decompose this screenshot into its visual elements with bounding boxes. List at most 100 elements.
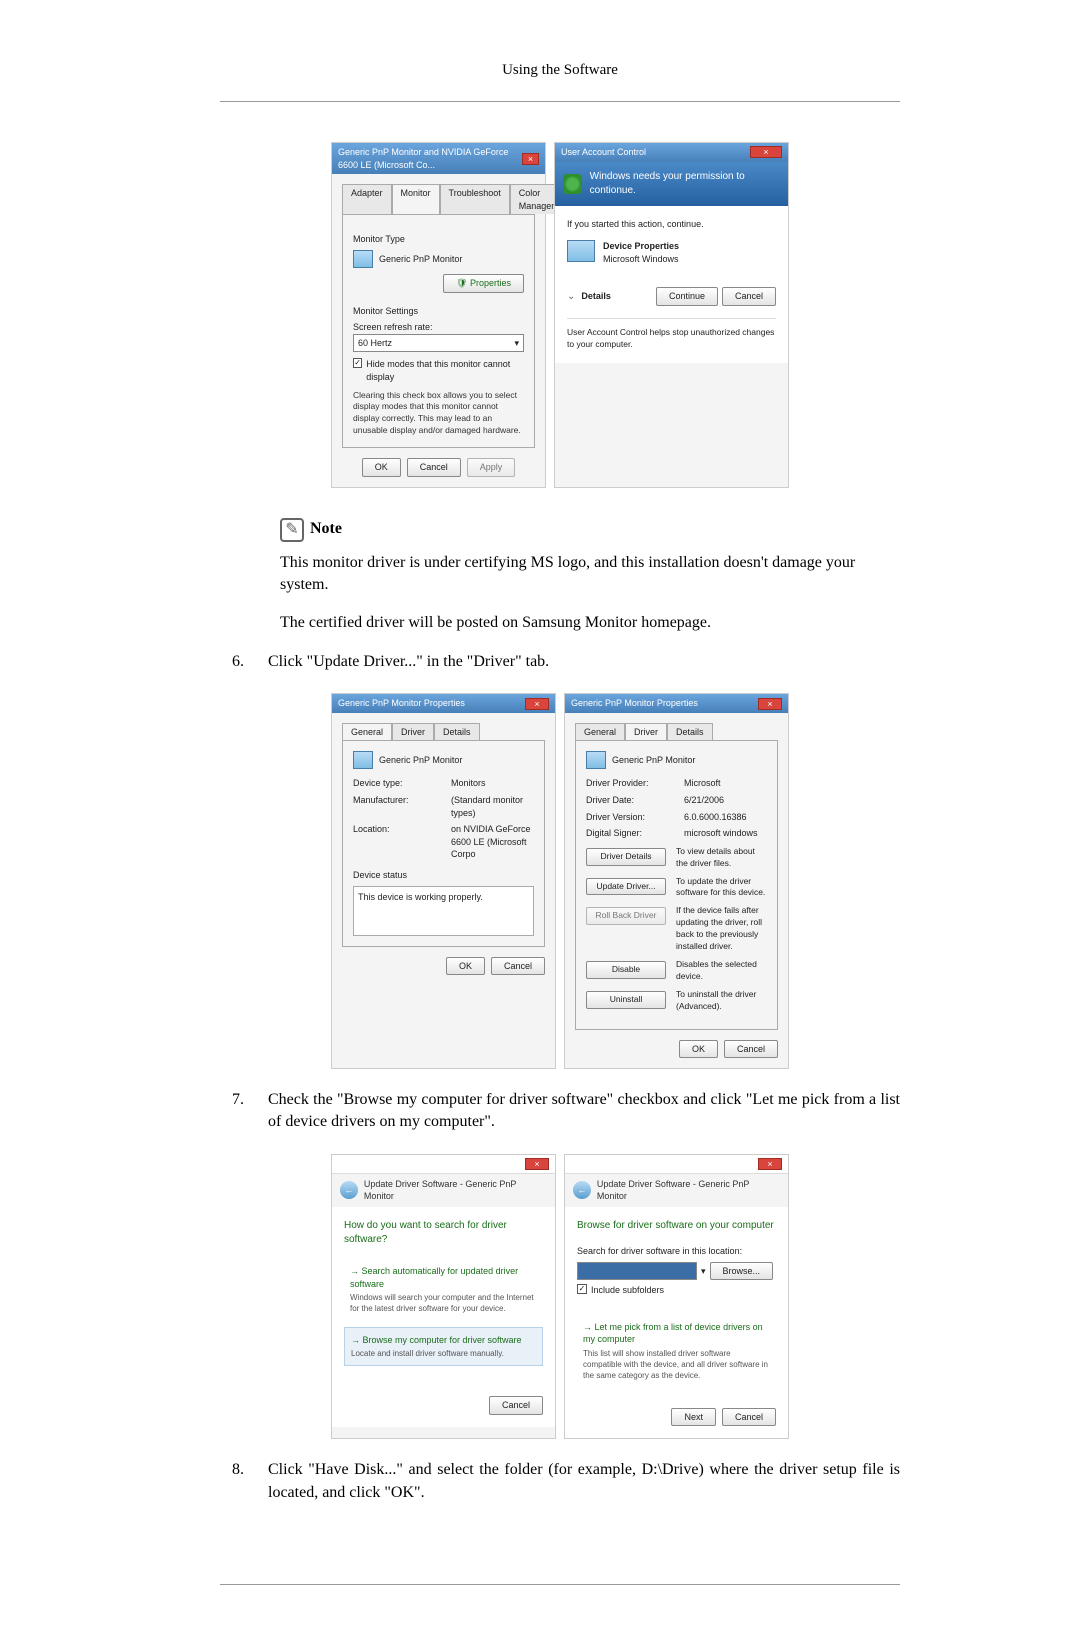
breadcrumb: ← Update Driver Software - Generic PnP M… [332,1174,555,1207]
ok-button[interactable]: OK [446,957,485,976]
driver-details-desc: To view details about the driver files. [676,846,767,870]
step-6: 6. Click "Update Driver..." in the "Driv… [220,651,900,673]
chevron-down-icon[interactable]: ▾ [701,1265,706,1278]
dialog-title: Generic PnP Monitor Properties [338,697,465,710]
footer-divider [220,1584,900,1585]
tab-driver[interactable]: Driver [625,723,667,741]
tab-troubleshoot[interactable]: Troubleshoot [440,184,510,214]
close-icon[interactable]: × [525,698,549,710]
header-divider [220,101,900,102]
close-icon[interactable]: × [525,1158,549,1170]
note-paragraph-1: This monitor driver is under certifying … [280,552,900,597]
note-icon: ✎ [280,518,304,542]
uac-title: User Account Control [561,146,646,159]
search-label: Search for driver software in this locat… [577,1245,776,1258]
program-icon [567,240,595,262]
rollback-driver-button[interactable]: Roll Back Driver [586,907,666,925]
cancel-button[interactable]: Cancel [489,1396,543,1415]
monitor-settings-label: Monitor Settings [353,305,524,318]
wizard-option-browse[interactable]: → Browse my computer for driver software… [344,1327,543,1367]
uninstall-button[interactable]: Uninstall [586,991,666,1009]
step-text: Click "Update Driver..." in the "Driver"… [268,651,900,673]
screenshot-row-2: Generic PnP Monitor Properties × General… [220,693,900,1069]
wizard-title: Browse for driver software on your compu… [577,1219,776,1233]
hide-modes-note: Clearing this check box allows you to se… [353,390,524,438]
monitor-name: Generic PnP Monitor [612,754,695,767]
page-header: Using the Software [220,60,900,81]
monitor-icon [353,250,373,268]
cancel-button[interactable]: Cancel [724,1040,778,1059]
cancel-button[interactable]: Cancel [722,1408,776,1427]
cancel-button[interactable]: Cancel [722,287,776,306]
hide-modes-label: Hide modes that this monitor cannot disp… [366,358,524,383]
browse-button[interactable]: Browse... [710,1262,774,1281]
cancel-button[interactable]: Cancel [491,957,545,976]
close-icon[interactable]: × [758,698,782,710]
tab-adapter[interactable]: Adapter [342,184,392,214]
device-type: Monitors [451,777,486,790]
properties-button[interactable]: 🛡 Properties [443,274,524,293]
update-driver-button[interactable]: Update Driver... [586,878,666,896]
step-number: 6. [220,651,244,673]
program-vendor: Microsoft Windows [603,253,679,266]
continue-button[interactable]: Continue [656,287,718,306]
tab-monitor[interactable]: Monitor [392,184,440,214]
update-driver-wizard-1: × ← Update Driver Software - Generic PnP… [331,1154,556,1439]
dialog-titlebar: Generic PnP Monitor and NVIDIA GeForce 6… [332,143,545,174]
ok-button[interactable]: OK [679,1040,718,1059]
tab-general[interactable]: General [342,723,392,741]
version-label: Driver Version: [586,811,676,824]
note-label: Note [310,518,342,540]
include-subfolders-checkbox[interactable]: ✓ [577,1284,587,1294]
wizard-option-search-auto[interactable]: → Search automatically for updated drive… [344,1259,543,1321]
version: 6.0.6000.16386 [684,811,747,824]
disable-button[interactable]: Disable [586,961,666,979]
close-icon[interactable]: × [758,1158,782,1170]
uac-footer-text: User Account Control helps stop unauthor… [567,318,776,351]
driver-details-button[interactable]: Driver Details [586,848,666,866]
monitor-icon [586,751,606,769]
manufacturer-label: Manufacturer: [353,794,443,819]
tab-driver[interactable]: Driver [392,723,434,741]
tab-details[interactable]: Details [667,723,713,741]
wizard-option-let-me-pick[interactable]: → Let me pick from a list of device driv… [577,1315,776,1388]
wizard-title: How do you want to search for driver sof… [344,1219,543,1247]
apply-button[interactable]: Apply [467,458,516,477]
device-type-label: Device type: [353,777,443,790]
ok-button[interactable]: OK [362,458,401,477]
back-arrow-icon[interactable]: ← [573,1181,591,1199]
arrow-icon: → [583,1322,592,1332]
note-section: ✎ Note [280,518,900,542]
tab-details[interactable]: Details [434,723,480,741]
arrow-icon: → [350,1266,359,1276]
cancel-button[interactable]: Cancel [407,458,461,477]
tab-general[interactable]: General [575,723,625,741]
close-icon[interactable]: × [522,153,539,165]
signer-label: Digital Signer: [586,827,676,840]
breadcrumb-text: Update Driver Software - Generic PnP Mon… [364,1178,547,1203]
screenshot-row-3: × ← Update Driver Software - Generic PnP… [220,1154,900,1439]
dialog-titlebar: Generic PnP Monitor Properties × [332,694,555,713]
refresh-rate-dropdown[interactable]: 60 Hertz▾ [353,334,524,353]
include-subfolders-label: Include subfolders [591,1284,664,1297]
monitor-properties-dialog: Generic PnP Monitor and NVIDIA GeForce 6… [331,142,546,488]
signer: microsoft windows [684,827,758,840]
step-text: Click "Have Disk..." and select the fold… [268,1459,900,1504]
location-input[interactable] [577,1262,697,1281]
step-number: 8. [220,1459,244,1504]
location-value: on NVIDIA GeForce 6600 LE (Microsoft Cor… [451,823,534,861]
date-label: Driver Date: [586,794,676,807]
uac-banner: Windows needs your permission to contion… [555,162,788,206]
manufacturer: (Standard monitor types) [451,794,534,819]
breadcrumb: ← Update Driver Software - Generic PnP M… [565,1174,788,1207]
chevron-down-icon[interactable]: ⌄ [567,290,575,304]
close-icon[interactable]: × [750,146,782,158]
uninstall-desc: To uninstall the driver (Advanced). [676,989,767,1013]
next-button[interactable]: Next [671,1408,716,1427]
monitor-props-driver: Generic PnP Monitor Properties × General… [564,693,789,1069]
step-number: 7. [220,1089,244,1134]
hide-modes-checkbox[interactable]: ✓ [353,358,362,368]
date: 6/21/2006 [684,794,724,807]
back-arrow-icon[interactable]: ← [340,1181,358,1199]
details-label[interactable]: Details [581,290,611,303]
